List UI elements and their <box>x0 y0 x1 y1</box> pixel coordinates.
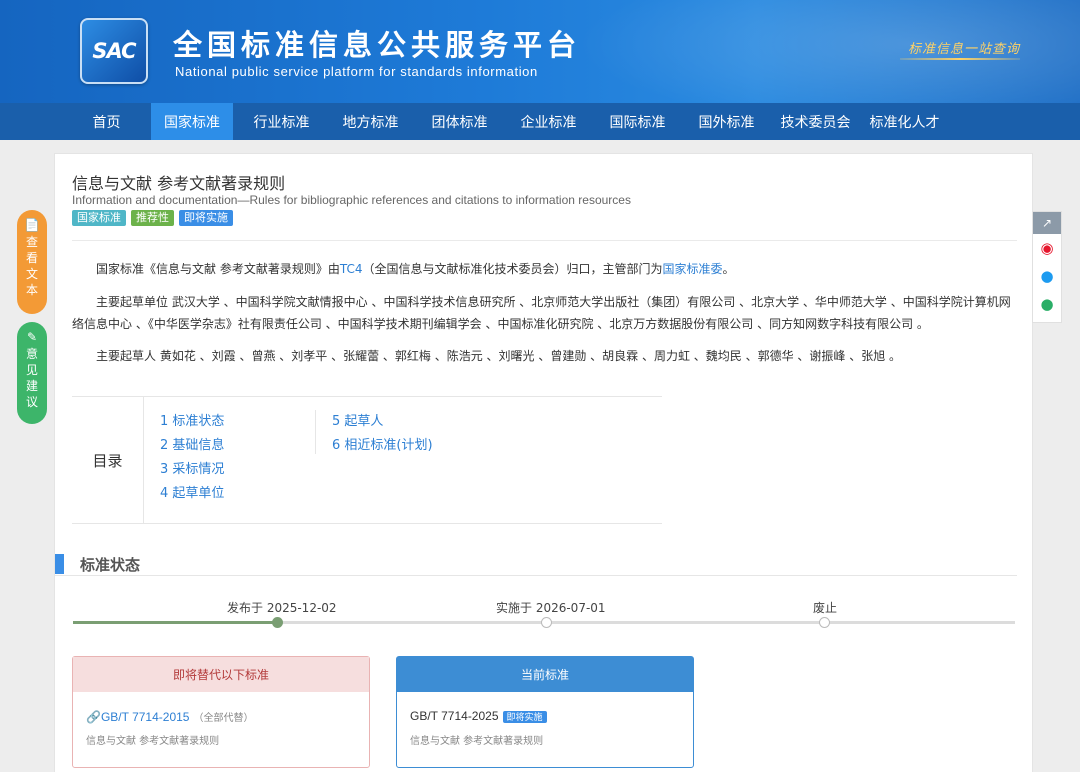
nav-item-group[interactable]: 团体标准 <box>415 103 504 140</box>
replaced-box-header: 即将替代以下标准 <box>73 657 369 692</box>
section-title: 标准状态 <box>80 556 141 574</box>
site-header: SAC 全国标准信息公共服务平台 National public service… <box>0 0 1080 103</box>
timeline-dot-abolished <box>819 617 830 628</box>
current-badge: 即将实施 <box>502 711 547 723</box>
current-standard-box: 当前标准 GB/T 7714-2025 即将实施 信息与文献 参考文献著录规则 <box>396 656 694 768</box>
slogan: 标准信息一站查询 <box>908 42 1021 57</box>
nav-item-enterprise[interactable]: 企业标准 <box>504 103 593 140</box>
nav-item-committee[interactable]: 技术委员会 <box>771 103 860 140</box>
replaced-desc: 信息与文献 参考文献著录规则 <box>86 736 220 747</box>
current-desc: 信息与文献 参考文献著录规则 <box>410 736 544 747</box>
toc-item-drafters[interactable]: 5 起草人 <box>332 410 433 434</box>
intro-text: 国家标准《信息与文献 参考文献著录规则》由 <box>96 262 340 276</box>
current-standard: GB/T 7714-2025 即将实施 <box>410 709 547 723</box>
feedback-button[interactable]: ✎ 意见建议 <box>17 322 47 424</box>
view-text-label: 查看文本 <box>25 235 38 297</box>
view-text-button[interactable]: 📄 查看文本 <box>17 210 47 314</box>
nav-item-home[interactable]: 首页 <box>62 103 151 140</box>
standard-title: 信息与文献 参考文献著录规则 <box>72 174 286 193</box>
replace-note: （全部代替） <box>193 713 254 724</box>
divider <box>72 240 1017 241</box>
link-icon: 🔗 <box>86 710 101 724</box>
intro-text-mid: （全国信息与文献标准化技术委员会）归口，主管部门为 <box>362 262 663 276</box>
site-title: 全国标准信息公共服务平台 <box>173 28 582 62</box>
feedback-label: 意见建议 <box>25 347 38 409</box>
share-bar: ↗ ◉ ● ● <box>1032 211 1062 323</box>
table-of-contents: 目录 1 标准状态 2 基础信息 3 采标情况 4 起草单位 5 起草人 6 相… <box>72 396 662 524</box>
intro-paragraph: 国家标准《信息与文献 参考文献著录规则》由TC4（全国信息与文献标准化技术委员会… <box>72 258 1017 280</box>
nav-item-industry[interactable]: 行业标准 <box>237 103 326 140</box>
timeline-dot-published <box>272 617 283 628</box>
replaced-standard-box: 即将替代以下标准 🔗GB/T 7714-2015 （全部代替） 信息与文献 参考文… <box>72 656 370 768</box>
intro-text-end: 。 <box>722 262 735 276</box>
qq-icon[interactable]: ● <box>1033 262 1061 290</box>
toc-label: 目录 <box>72 397 144 523</box>
drafters: 主要起草人 黄如花 、刘霞 、曾燕 、刘孝平 、张耀蕾 、郭红梅 、陈浩元 、刘… <box>96 349 902 363</box>
toc-column-1: 1 标准状态 2 基础信息 3 采标情况 4 起草单位 <box>160 410 224 506</box>
edit-icon: ✎ <box>26 330 38 344</box>
toc-item-basic[interactable]: 2 基础信息 <box>160 434 224 458</box>
timeline-label-implemented: 实施于 2026-07-01 <box>496 601 606 615</box>
document-icon: 📄 <box>24 218 40 232</box>
replaced-code: GB/T 7714-2015 <box>100 710 190 724</box>
badge-national: 国家标准 <box>72 210 126 226</box>
nav-item-national[interactable]: 国家标准 <box>151 103 233 140</box>
toc-column-2: 5 起草人 6 相近标准(计划) <box>315 410 433 454</box>
badge-upcoming: 即将实施 <box>179 210 233 226</box>
main-nav: 首页 国家标准 行业标准 地方标准 团体标准 企业标准 国际标准 国外标准 技术… <box>0 103 1080 140</box>
drafting-units: 主要起草单位 武汉大学 、中国科学院文献情报中心 、中国科学技术信息研究所 、北… <box>72 295 1011 331</box>
weibo-icon[interactable]: ◉ <box>1033 234 1061 262</box>
site-subtitle: National public service platform for sta… <box>175 64 538 79</box>
slogan-underline <box>900 58 1020 60</box>
badge-recommended: 推荐性 <box>131 210 174 226</box>
nav-item-talent[interactable]: 标准化人才 <box>860 103 949 140</box>
toc-item-units[interactable]: 4 起草单位 <box>160 482 224 506</box>
current-box-header: 当前标准 <box>397 657 693 692</box>
standard-badges: 国家标准 推荐性 即将实施 <box>72 210 233 226</box>
timeline-progress <box>73 621 277 624</box>
toc-item-adoption[interactable]: 3 采标情况 <box>160 458 224 482</box>
section-marker <box>55 554 64 574</box>
status-section-heading: 标准状态 <box>55 552 1017 576</box>
standard-title-en: Information and documentation—Rules for … <box>72 193 631 207</box>
wechat-icon[interactable]: ● <box>1033 290 1061 318</box>
nav-item-international[interactable]: 国际标准 <box>593 103 682 140</box>
timeline-label-published: 发布于 2025-12-02 <box>227 601 337 615</box>
sac-logo[interactable]: SAC <box>80 18 148 84</box>
current-code: GB/T 7714-2025 <box>410 709 499 723</box>
timeline-label-abolished: 废止 <box>813 601 838 615</box>
tc-link[interactable]: TC4 <box>340 262 363 276</box>
dept-link[interactable]: 国家标准委 <box>662 262 722 276</box>
replaced-standard-link[interactable]: 🔗GB/T 7714-2015 （全部代替） <box>86 709 253 724</box>
nav-item-local[interactable]: 地方标准 <box>326 103 415 140</box>
timeline-dot-implemented <box>541 617 552 628</box>
toc-item-similar[interactable]: 6 相近标准(计划) <box>332 434 433 458</box>
standard-detail-card: 信息与文献 参考文献著录规则 Information and documenta… <box>54 153 1033 772</box>
toc-item-status[interactable]: 1 标准状态 <box>160 410 224 434</box>
share-icon[interactable]: ↗ <box>1033 212 1061 234</box>
logo-text: SAC <box>92 39 136 63</box>
nav-item-foreign[interactable]: 国外标准 <box>682 103 771 140</box>
